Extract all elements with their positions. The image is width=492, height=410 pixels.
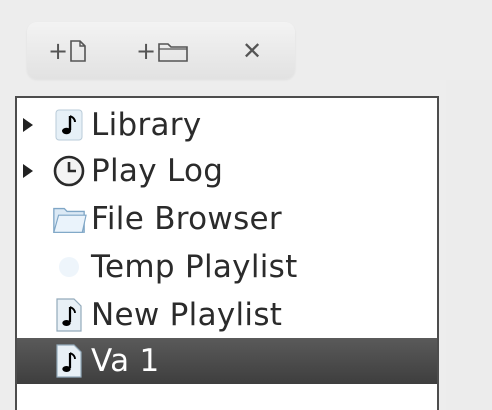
playlist-icon (51, 341, 87, 381)
source-list: Library Play Log File Browser Temp Playl… (15, 96, 439, 410)
add-playlist-button[interactable]: + (43, 36, 91, 66)
folder-icon (51, 199, 87, 239)
sidebar-item-label: Temp Playlist (91, 249, 298, 285)
sidebar-item-label: Library (91, 107, 202, 143)
music-note-icon (51, 105, 87, 145)
sidebar-item-play-log[interactable]: Play Log (17, 148, 437, 194)
sidebar-item-label: File Browser (91, 201, 282, 237)
close-icon: ✕ (241, 37, 263, 65)
remove-button[interactable]: ✕ (237, 36, 267, 66)
sidebar-item-label: New Playlist (91, 297, 283, 333)
sidebar-item-file-browser[interactable]: File Browser (17, 196, 437, 242)
clock-icon (51, 151, 87, 191)
toolbar: + + ✕ (27, 22, 295, 79)
playlist-icon (51, 295, 87, 335)
sidebar-item-va-1[interactable]: Va 1 (17, 338, 437, 384)
plus-label: + (47, 37, 69, 65)
sidebar-item-new-playlist[interactable]: New Playlist (17, 292, 437, 338)
add-folder-button[interactable]: + (131, 36, 193, 66)
disclosure-triangle-icon[interactable] (21, 115, 35, 135)
sidebar-item-label: Va 1 (91, 343, 160, 379)
plus-label: + (135, 37, 157, 65)
plus-folder-icon (158, 43, 188, 62)
side-panel-margin (446, 80, 492, 410)
temp-playlist-icon (51, 247, 87, 287)
sidebar-item-library[interactable]: Library (17, 102, 437, 148)
disclosure-triangle-icon[interactable] (21, 161, 35, 181)
sidebar-item-temp-playlist[interactable]: Temp Playlist (17, 244, 437, 290)
plus-file-icon (70, 40, 86, 62)
sidebar-item-label: Play Log (91, 153, 224, 189)
